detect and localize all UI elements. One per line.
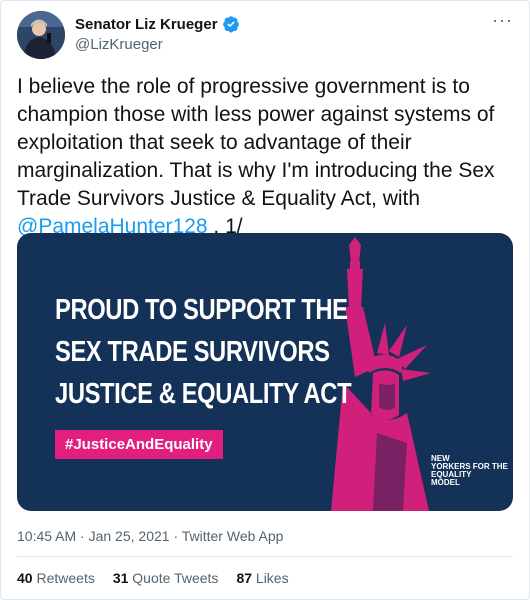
media-headline: PROUD TO SUPPORT THE SEX TRADE SURVIVORS… <box>55 289 416 415</box>
retweets-stat[interactable]: 40 Retweets <box>17 570 95 586</box>
tweet-card: Senator Liz Krueger @LizKrueger ··· I be… <box>0 0 530 600</box>
author-handle[interactable]: @LizKrueger <box>75 36 163 53</box>
likes-label: Likes <box>255 570 289 586</box>
divider <box>17 556 513 557</box>
verified-badge-icon <box>222 16 239 33</box>
quote-tweets-count: 31 <box>112 570 129 586</box>
avatar-photo <box>17 11 65 59</box>
author-name[interactable]: Senator Liz Krueger <box>75 16 218 33</box>
headline-line-3: JUSTICE & EQUALITY ACT <box>55 378 352 410</box>
headline-line-2: SEX TRADE SURVIVORS <box>55 336 330 368</box>
logo-line-4: MODEL <box>431 478 460 487</box>
engagement-stats: 40 Retweets 31 Quote Tweets 87 Likes <box>17 570 289 586</box>
avatar[interactable] <box>17 11 65 59</box>
likes-count: 87 <box>236 570 253 586</box>
likes-stat[interactable]: 87 Likes <box>236 570 288 586</box>
tweet-text: I believe the role of progressive govern… <box>17 73 517 241</box>
more-options-icon[interactable]: ··· <box>492 11 513 29</box>
tweet-media-image[interactable]: PROUD TO SUPPORT THE SEX TRADE SURVIVORS… <box>17 233 513 511</box>
retweets-count: 40 <box>17 570 33 586</box>
tweet-timestamp[interactable]: 10:45 AM · Jan 25, 2021 · Twitter Web Ap… <box>17 528 283 544</box>
quote-tweets-label: Quote Tweets <box>132 570 219 586</box>
retweets-label: Retweets <box>36 570 95 586</box>
hashtag-badge: #JusticeAndEquality <box>55 430 223 459</box>
organization-logo: NEW YORKERS FOR THE EQUALITY MODEL <box>431 455 508 487</box>
quote-tweets-stat[interactable]: 31 Quote Tweets <box>113 570 219 586</box>
headline-line-1: PROUD TO SUPPORT THE <box>55 294 348 326</box>
author-row: Senator Liz Krueger <box>75 15 240 33</box>
tweet-text-main: I believe the role of progressive govern… <box>17 75 495 210</box>
